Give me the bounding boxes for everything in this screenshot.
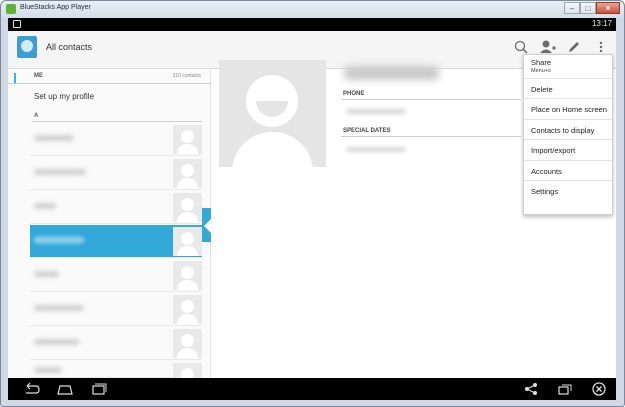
list-item[interactable] [30,191,202,224]
contacts-list-pane[interactable]: ME 310 contacts Set up my profile A [8,70,211,392]
window-titlebar[interactable]: BlueStacks App Player – □ ✕ [1,1,624,18]
avatar [173,227,202,256]
menu-item-settings[interactable]: Settings [524,181,612,202]
contact-name [34,169,86,175]
list-item[interactable] [30,293,202,326]
avatar [173,295,202,324]
fullscreen-icon[interactable] [554,381,576,397]
list-item-selected[interactable] [30,225,202,258]
contact-name [34,271,59,277]
android-screen: 13:17 All contacts ME 310 contacts Set u… [8,18,616,400]
special-dates-divider [341,136,521,137]
overflow-menu: Share Menu+s Delete Place on Home screen… [523,54,613,215]
avatar [173,329,202,358]
navigation-bar [8,378,616,400]
home-icon[interactable] [54,381,76,397]
contacts-app-icon[interactable] [17,36,37,58]
bluestacks-logo-icon [6,4,16,14]
contact-photo-large[interactable] [219,60,326,167]
contact-name [34,339,79,345]
share-icon[interactable] [520,381,542,397]
me-header: ME 310 contacts [8,70,211,84]
contacts-filter-title[interactable]: All contacts [46,42,92,52]
setup-profile-item[interactable]: Set up my profile [34,92,94,101]
menu-item-contacts-to-display[interactable]: Contacts to display [524,120,612,140]
list-item[interactable] [30,361,202,392]
menu-item-delete[interactable]: Delete [524,79,612,99]
avatar [173,193,202,222]
minimize-button[interactable]: – [564,2,580,14]
avatar [173,261,202,290]
status-bar: 13:17 [8,18,616,31]
contact-name [34,203,56,209]
section-header: A [34,113,39,119]
menu-item-place-on-home[interactable]: Place on Home screen [524,99,612,120]
list-item[interactable] [30,123,202,156]
close-button[interactable]: ✕ [596,2,620,14]
avatar [173,159,202,188]
maximize-button[interactable]: □ [580,2,596,14]
close-circle-icon[interactable] [588,381,610,397]
section-divider [32,121,202,122]
phone-label: PHONE [343,91,365,97]
contact-name [34,367,62,373]
special-date-value[interactable] [346,147,406,152]
recents-icon[interactable] [88,381,110,397]
status-time: 13:17 [591,19,612,28]
contact-name [34,135,74,141]
avatar [173,125,202,154]
list-item[interactable] [30,327,202,360]
window-title: BlueStacks App Player [20,4,91,11]
contact-count: 310 contacts [172,73,201,79]
menu-item-accounts[interactable]: Accounts [524,161,612,181]
menu-item-import-export[interactable]: Import/export [524,140,612,161]
menu-item-share[interactable]: Share Menu+s [524,55,612,79]
list-item[interactable] [30,259,202,292]
phone-value[interactable] [346,109,406,114]
window-controls: – □ ✕ [564,2,620,16]
phone-divider [341,99,521,100]
contact-display-name [344,66,439,80]
list-item[interactable] [30,157,202,190]
contact-name [34,305,84,311]
me-label: ME [34,73,43,79]
back-icon[interactable] [20,381,42,397]
contact-name [34,237,84,243]
bluestacks-window: BlueStacks App Player – □ ✕ 13:17 All co… [0,0,625,407]
special-dates-label: SPECIAL DATES [343,128,391,134]
selection-pointer [204,218,212,234]
notification-icon [13,20,21,28]
share-shortcut: Menu+s [531,68,551,74]
scroll-indicator [14,73,16,83]
